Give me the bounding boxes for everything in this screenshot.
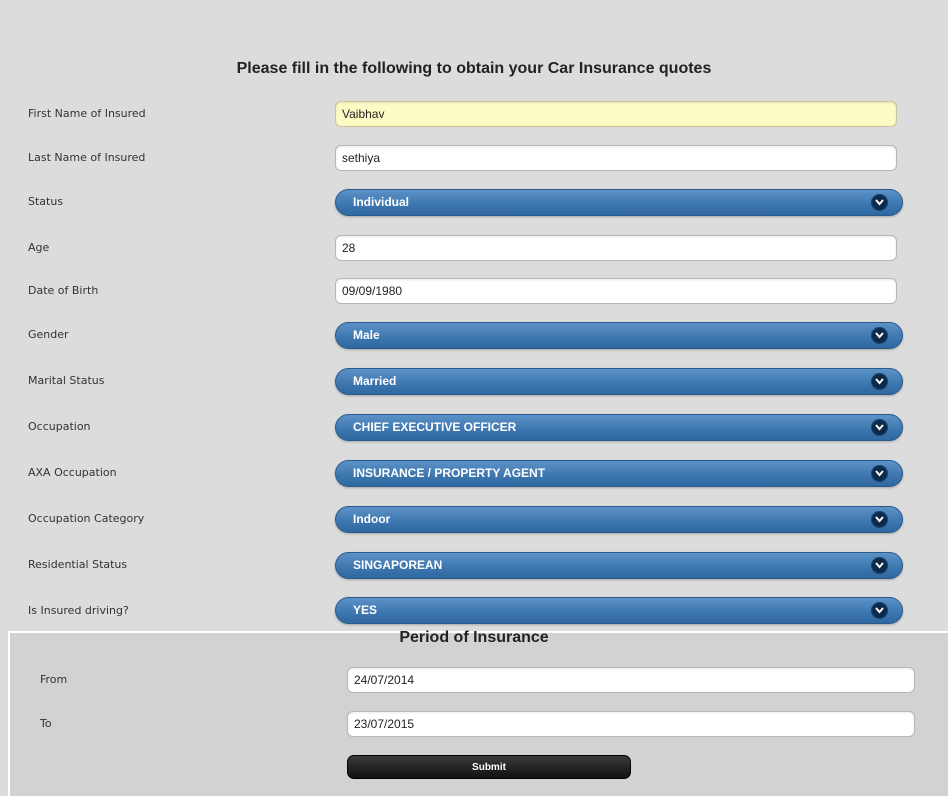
marital-status-value: Married bbox=[353, 374, 397, 388]
to-date-input[interactable]: 23/07/2015 bbox=[347, 711, 915, 737]
first-name-label: First Name of Insured bbox=[28, 107, 146, 120]
status-value: Individual bbox=[353, 195, 410, 209]
submit-button[interactable]: Submit bbox=[347, 755, 631, 779]
occupation-category-label: Occupation Category bbox=[28, 512, 145, 525]
form-title: Please fill in the following to obtain y… bbox=[236, 60, 712, 77]
gender-label: Gender bbox=[28, 328, 69, 341]
residential-status-select[interactable]: SINGAPOREAN bbox=[335, 552, 903, 579]
occupation-select[interactable]: CHIEF EXECUTIVE OFFICER bbox=[335, 414, 903, 441]
insured-driving-value: YES bbox=[353, 603, 378, 617]
occupation-value: CHIEF EXECUTIVE OFFICER bbox=[353, 420, 517, 434]
occupation-category-select[interactable]: Indoor bbox=[335, 506, 903, 533]
period-title: Period of Insurance bbox=[399, 629, 549, 646]
from-date-input[interactable]: 24/07/2014 bbox=[347, 667, 915, 693]
gender-select[interactable]: Male bbox=[335, 322, 903, 349]
chevron-down-icon bbox=[871, 373, 888, 390]
chevron-down-icon bbox=[871, 419, 888, 436]
last-name-label: Last Name of Insured bbox=[28, 151, 146, 164]
chevron-down-icon bbox=[871, 602, 888, 619]
axa-occupation-label: AXA Occupation bbox=[28, 466, 117, 479]
status-label: Status bbox=[28, 195, 64, 208]
insured-driving-select[interactable]: YES bbox=[335, 597, 903, 624]
residential-status-label: Residential Status bbox=[28, 558, 128, 571]
marital-status-label: Marital Status bbox=[28, 374, 105, 387]
chevron-down-icon bbox=[871, 511, 888, 528]
gender-value: Male bbox=[353, 328, 380, 342]
dob-input[interactable]: 09/09/1980 bbox=[335, 278, 897, 304]
chevron-down-icon bbox=[871, 327, 888, 344]
first-name-input[interactable]: Vaibhav bbox=[335, 101, 897, 127]
status-select[interactable]: Individual bbox=[335, 189, 903, 216]
axa-occupation-value: INSURANCE / PROPERTY AGENT bbox=[353, 466, 546, 480]
axa-occupation-select[interactable]: INSURANCE / PROPERTY AGENT bbox=[335, 460, 903, 487]
chevron-down-icon bbox=[871, 557, 888, 574]
occupation-category-value: Indoor bbox=[353, 512, 391, 526]
last-name-input[interactable]: sethiya bbox=[335, 145, 897, 171]
from-label: From bbox=[40, 673, 68, 686]
age-input[interactable]: 28 bbox=[335, 235, 897, 261]
age-label: Age bbox=[28, 241, 50, 254]
dob-label: Date of Birth bbox=[28, 284, 99, 297]
residential-status-value: SINGAPOREAN bbox=[353, 558, 443, 572]
marital-status-select[interactable]: Married bbox=[335, 368, 903, 395]
occupation-label: Occupation bbox=[28, 420, 91, 433]
chevron-down-icon bbox=[871, 465, 888, 482]
chevron-down-icon bbox=[871, 194, 888, 211]
to-label: To bbox=[40, 717, 52, 730]
insured-driving-label: Is Insured driving? bbox=[28, 604, 129, 617]
